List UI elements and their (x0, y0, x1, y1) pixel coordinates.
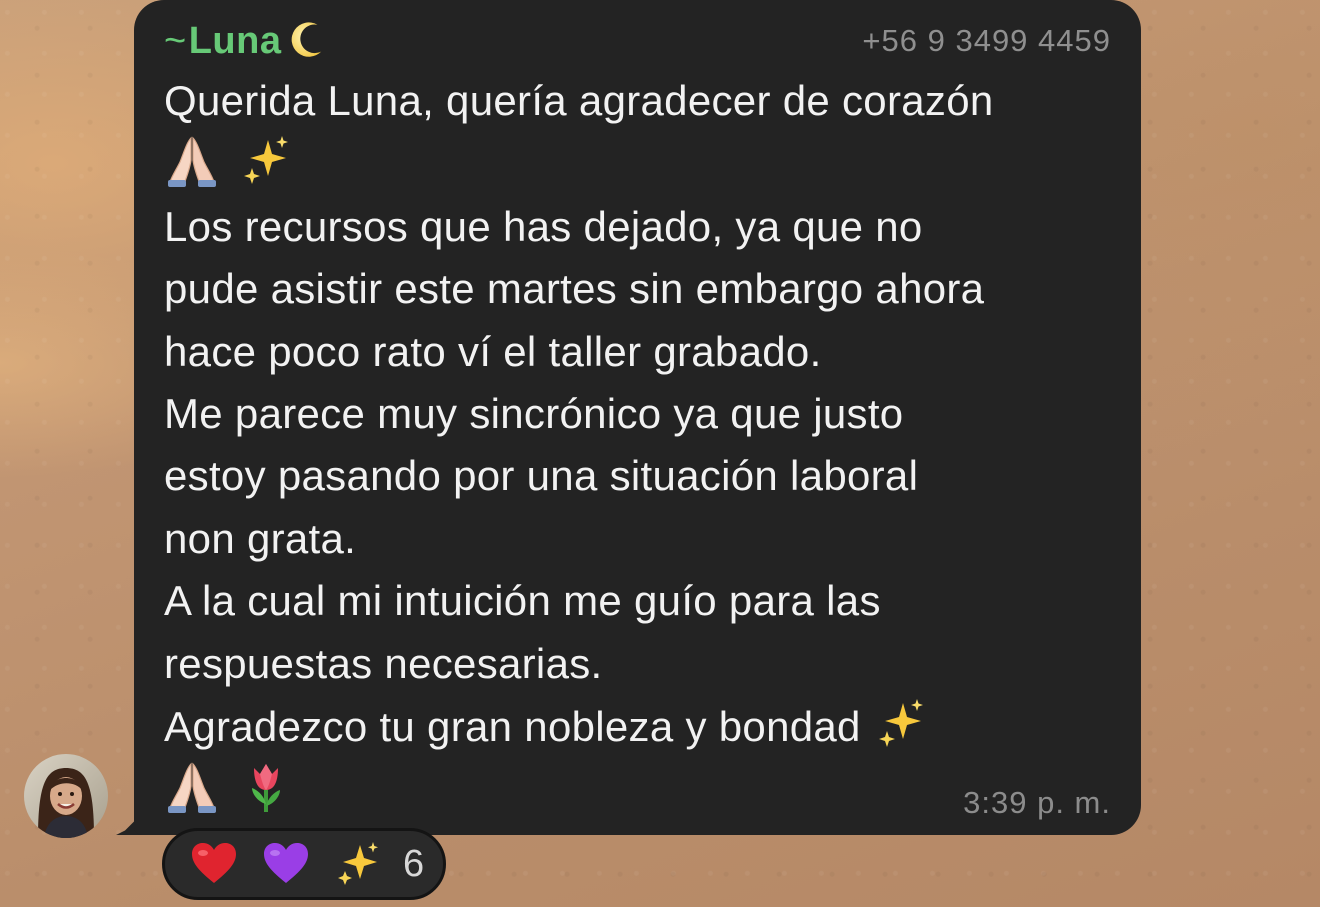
crescent-moon-icon (285, 19, 327, 63)
sparkles-icon (238, 132, 294, 188)
purple-heart-icon[interactable] (261, 839, 311, 889)
message-bubble[interactable]: ~ Luna +56 9 3499 4459 Querida Luna, que… (134, 0, 1141, 835)
message-line-with-emoji: Agradezco tu gran nobleza y bondad (164, 695, 1111, 758)
sparkles-icon (873, 695, 929, 751)
message-text: Querida Luna, quería agradecer de corazó… (164, 70, 1111, 822)
sender-prefix: ~ (164, 19, 187, 62)
message-line: Los recursos que has dejado, ya que no (164, 202, 923, 250)
message-line: pude asistir este martes sin embargo aho… (164, 265, 985, 313)
message-line: Querida Luna, quería agradecer de corazó… (164, 77, 994, 124)
emoji-line (164, 132, 1111, 195)
message-line: non grata. (164, 514, 357, 562)
folded-hands-icon (164, 132, 220, 188)
message-line: respuestas necesarias. (164, 639, 603, 687)
message-line: Me parece muy sincrónico ya que justo (164, 390, 904, 438)
message-timestamp: 3:39 p. m. (963, 785, 1111, 820)
sender-name[interactable]: ~ Luna (164, 19, 327, 63)
sparkles-icon[interactable] (333, 839, 383, 889)
red-heart-icon[interactable] (189, 839, 239, 889)
message-line: A la cual mi intuición me guío para las (164, 577, 881, 625)
folded-hands-icon (164, 758, 220, 814)
message-line-text: Agradezco tu gran nobleza y bondad (164, 703, 861, 751)
message-line: hace poco rato ví el taller grabado. (164, 327, 822, 375)
reactions-bar[interactable]: 6 (162, 828, 446, 900)
message-header: ~ Luna +56 9 3499 4459 (164, 12, 1111, 70)
reaction-count: 6 (403, 842, 425, 885)
message-line: estoy pasando por una situación laboral (164, 452, 919, 500)
sender-avatar[interactable] (24, 754, 108, 838)
sender-phone[interactable]: +56 9 3499 4459 (862, 23, 1111, 59)
tulip-icon (238, 758, 294, 814)
sender-name-label: Luna (188, 19, 282, 62)
